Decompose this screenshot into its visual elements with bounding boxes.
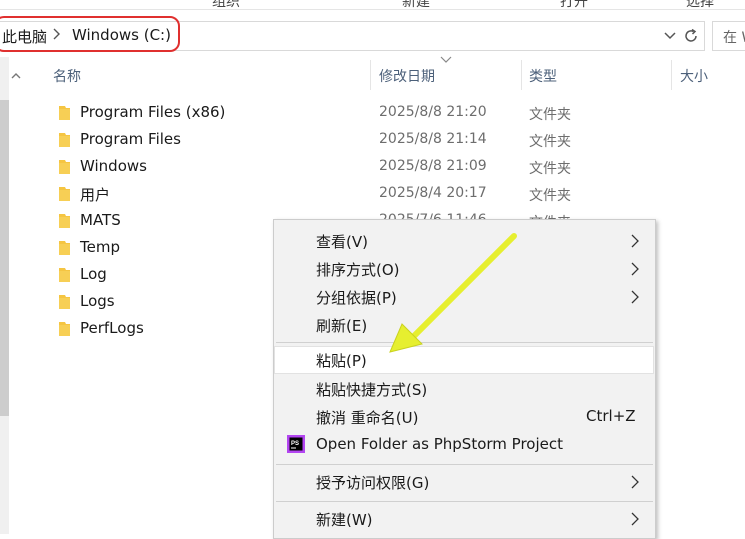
folder-icon (59, 214, 70, 228)
column-header-size[interactable]: 大小 (680, 66, 708, 86)
file-date: 2025/8/4 20:17 (379, 185, 487, 201)
chevron-right-icon (631, 475, 639, 489)
folder-icon (59, 241, 70, 255)
chevron-right-icon (631, 262, 639, 276)
chevron-right-icon (631, 512, 639, 526)
menu-item-new[interactable]: 新建(W) (274, 505, 655, 533)
folder-icon (59, 187, 70, 201)
file-name: Windows (80, 157, 147, 175)
file-row[interactable]: Windows 2025/8/8 21:09 文件夹 (40, 154, 740, 181)
ribbon-divider (0, 9, 745, 10)
file-type: 文件夹 (529, 188, 571, 204)
folder-icon (59, 133, 70, 147)
file-row[interactable]: 用户 2025/8/4 20:17 文件夹 (40, 181, 740, 208)
file-type: 文件夹 (529, 134, 571, 150)
file-row[interactable]: Program Files 2025/8/8 21:14 文件夹 (40, 127, 740, 154)
folder-icon (59, 295, 70, 309)
file-name: Logs (80, 292, 115, 310)
search-input[interactable]: 在 W (712, 21, 745, 51)
column-divider[interactable] (521, 60, 522, 90)
file-name: Program Files (x86) (80, 103, 226, 121)
ribbon-toolbar: 组织 新建 打开 选择 (0, 0, 745, 10)
column-header-type[interactable]: 类型 (529, 66, 557, 86)
menu-separator (276, 501, 653, 502)
folder-icon (59, 268, 70, 282)
file-date: 2025/8/8 21:14 (379, 131, 487, 147)
column-header-name[interactable]: 名称 (53, 66, 81, 86)
menu-item-paste-shortcut[interactable]: 粘贴快捷方式(S) (274, 375, 655, 403)
menu-label: 撤消 重命名(U) (316, 409, 419, 427)
folder-icon (59, 322, 70, 336)
highlight-box (0, 16, 180, 52)
folder-icon (59, 160, 70, 174)
file-date: 2025/8/8 21:20 (379, 104, 487, 120)
file-type: 文件夹 (529, 107, 571, 123)
menu-item-phpstorm[interactable]: PS Open Folder as PhpStorm Project (274, 431, 655, 459)
menu-label: 新建(W) (316, 511, 373, 529)
menu-label: Open Folder as PhpStorm Project (316, 435, 563, 453)
menu-separator (276, 464, 653, 465)
sort-descending-icon (440, 56, 452, 63)
chevron-down-icon[interactable] (662, 27, 678, 43)
file-name: PerfLogs (80, 319, 144, 337)
column-header-date[interactable]: 修改日期 (379, 66, 435, 86)
file-type: 文件夹 (529, 161, 571, 177)
menu-label: 刷新(E) (316, 317, 368, 335)
menu-label: 查看(V) (316, 233, 368, 251)
file-date: 2025/8/8 21:09 (379, 158, 487, 174)
file-name: Temp (80, 238, 120, 256)
menu-item-undo-rename[interactable]: 撤消 重命名(U) Ctrl+Z (274, 403, 655, 431)
file-name: Program Files (80, 130, 181, 148)
chevron-right-icon (631, 234, 639, 248)
column-divider[interactable] (671, 60, 672, 90)
file-name: MATS (80, 211, 121, 229)
menu-label: 粘贴(P) (316, 352, 367, 370)
search-placeholder: 在 W (723, 30, 745, 46)
menu-label: 粘贴快捷方式(S) (316, 381, 428, 399)
file-row[interactable]: Program Files (x86) 2025/8/8 21:20 文件夹 (40, 100, 740, 127)
menu-item-grant-access[interactable]: 授予访问权限(G) (274, 468, 655, 496)
phpstorm-icon: PS (287, 435, 305, 453)
chevron-right-icon (631, 290, 639, 304)
menu-accelerator: Ctrl+Z (586, 407, 636, 425)
file-name: 用户 (80, 186, 111, 204)
file-name: Log (80, 265, 107, 283)
svg-text:PS: PS (291, 441, 299, 447)
folder-icon (59, 106, 70, 120)
refresh-icon[interactable] (682, 27, 700, 45)
chevron-up-icon[interactable] (10, 66, 22, 79)
column-divider[interactable] (370, 60, 371, 90)
annotation-arrow-icon (389, 233, 517, 353)
nav-scroll-thumb[interactable] (0, 100, 9, 416)
menu-label: 授予访问权限(G) (316, 474, 430, 492)
